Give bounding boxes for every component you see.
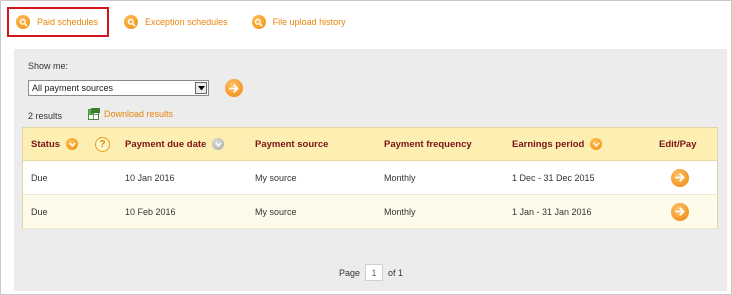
- tab-paid-schedules[interactable]: Paid schedules: [7, 7, 110, 37]
- sort-chevron-down-icon[interactable]: [590, 138, 603, 150]
- download-label: Download results: [104, 109, 174, 119]
- search-icon: [124, 15, 139, 29]
- header-frequency: Payment frequency: [384, 139, 472, 150]
- header-label: Edit/Pay: [659, 138, 697, 150]
- cell-source: My source: [255, 172, 297, 183]
- header-label: Earnings period: [512, 138, 585, 150]
- selected-option: All payment sources: [32, 83, 114, 93]
- cell-status: Due: [31, 172, 48, 183]
- page-label: Page: [339, 267, 361, 278]
- table-row: Due 10 Jan 2016 My source Monthly 1 Dec …: [23, 161, 717, 195]
- header-label: Status: [31, 138, 61, 150]
- pagination: Page 1 of 1: [339, 264, 403, 281]
- arrow-right-icon: [674, 173, 684, 182]
- cell-frequency: Monthly: [384, 206, 416, 217]
- cell-earnings: 1 Dec - 31 Dec 2015: [512, 172, 595, 183]
- edit-pay-button[interactable]: [671, 168, 689, 187]
- tab-exception-schedules[interactable]: Exception schedules: [117, 7, 237, 37]
- header-due-date[interactable]: Payment due date: [125, 138, 225, 150]
- show-me-label: Show me:: [28, 61, 69, 71]
- header-label: Payment due date: [125, 138, 207, 150]
- cell-due-date: 10 Jan 2016: [125, 172, 175, 183]
- header-edit-pay: Edit/Pay: [659, 139, 697, 150]
- schedule-tabs: Paid schedules Exception schedules File …: [7, 7, 363, 37]
- tab-label: Exception schedules: [145, 17, 228, 27]
- cell-edit-pay: [659, 168, 689, 187]
- cell-edit-pay: [659, 202, 689, 221]
- tab-label: File upload history: [272, 17, 346, 27]
- table-header: Status ? Payment due date Payment source: [23, 128, 717, 161]
- search-icon: [16, 15, 30, 29]
- page-number-input[interactable]: 1: [365, 264, 384, 281]
- header-status[interactable]: Status: [31, 138, 79, 150]
- sort-chevron-down-icon[interactable]: [212, 138, 225, 150]
- results-count: 2 results: [28, 111, 63, 121]
- schedules-panel: Show me: All payment sources 2 results D…: [14, 49, 727, 291]
- header-help[interactable]: ?: [95, 136, 110, 152]
- arrow-right-icon: [228, 83, 238, 93]
- sort-chevron-down-icon[interactable]: [66, 138, 79, 150]
- table-row: Due 10 Feb 2016 My source Monthly 1 Jan …: [23, 195, 717, 229]
- download-results-link[interactable]: Download results: [88, 108, 173, 120]
- chevron-down-icon[interactable]: [195, 82, 207, 94]
- go-button[interactable]: [225, 79, 243, 97]
- header-earnings[interactable]: Earnings period: [512, 138, 603, 150]
- edit-pay-button[interactable]: [671, 202, 689, 221]
- cell-source: My source: [255, 206, 297, 217]
- page-total: of 1: [388, 267, 404, 278]
- arrow-right-icon: [674, 207, 684, 216]
- header-label: Payment source: [255, 138, 329, 150]
- tab-file-upload-history[interactable]: File upload history: [245, 7, 355, 37]
- page-frame: Paid schedules Exception schedules File …: [0, 0, 732, 295]
- cell-due-date: 10 Feb 2016: [125, 206, 176, 217]
- spreadsheet-icon: [88, 108, 100, 120]
- header-source: Payment source: [255, 139, 328, 150]
- cell-frequency: Monthly: [384, 172, 416, 183]
- schedules-table: Status ? Payment due date Payment source: [22, 127, 718, 229]
- search-icon: [251, 15, 266, 29]
- help-icon[interactable]: ?: [95, 136, 110, 152]
- cell-earnings: 1 Jan - 31 Jan 2016: [512, 206, 592, 217]
- payment-source-select[interactable]: All payment sources: [28, 80, 209, 96]
- tab-label: Paid schedules: [37, 17, 99, 27]
- cell-status: Due: [31, 206, 48, 217]
- header-label: Payment frequency: [384, 138, 472, 150]
